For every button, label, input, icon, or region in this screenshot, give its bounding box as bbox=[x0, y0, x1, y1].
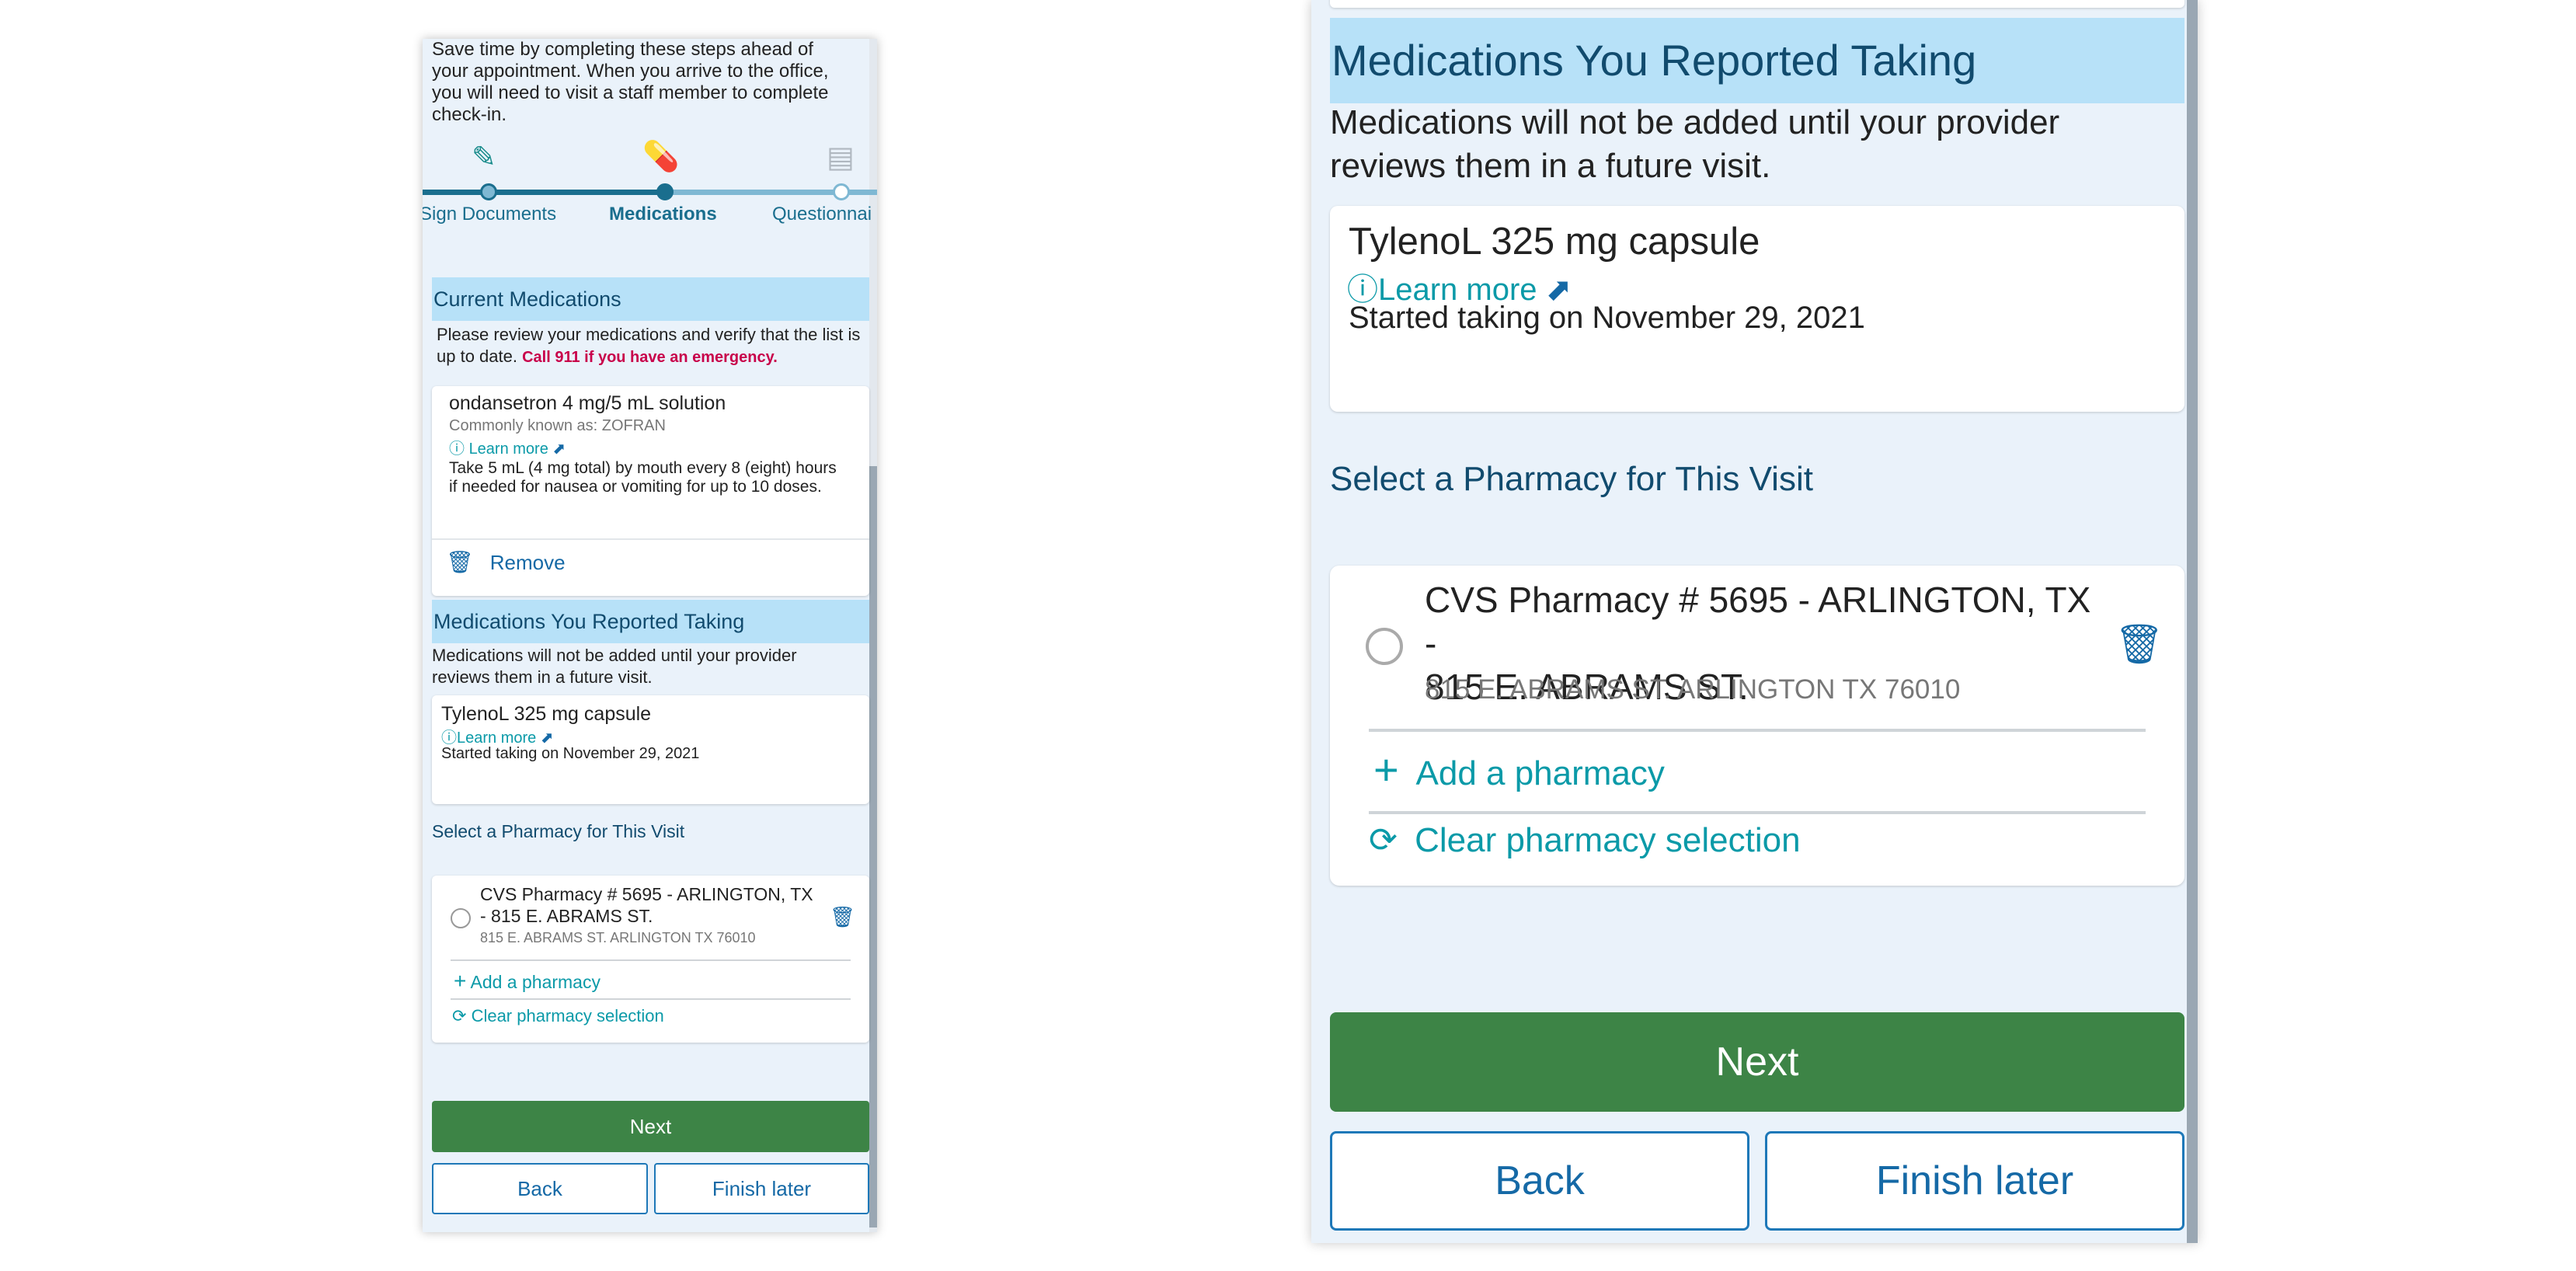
medication-known-as: Commonly known as: ZOFRAN bbox=[449, 417, 666, 434]
reported-medications-note: Medications will not be added until your… bbox=[432, 646, 797, 687]
scrollbar-thumb[interactable] bbox=[869, 466, 877, 1227]
phone-view-small: Save time by completing these steps ahea… bbox=[423, 39, 877, 1232]
remove-medication-button[interactable]: 🗑 Remove bbox=[446, 549, 566, 575]
pills-icon: 💊 bbox=[642, 141, 680, 173]
step-node-questionnaire[interactable] bbox=[833, 183, 850, 200]
medications-instructions: Please review your medications and verif… bbox=[437, 324, 868, 368]
pharmacy-name-line1: CVS Pharmacy # 5695 - ARLINGTON, TX - bbox=[1425, 580, 2091, 663]
medication-name: ondansetron 4 mg/5 mL solution bbox=[449, 392, 726, 414]
clear-pharmacy-label: Clear pharmacy selection bbox=[1415, 821, 1801, 859]
plus-icon: + bbox=[454, 969, 467, 993]
clipboard-icon: ▤ bbox=[827, 141, 855, 174]
divider bbox=[432, 538, 869, 540]
reported-learn-more-link[interactable]: ⓘLearn more ⬈ bbox=[441, 725, 554, 747]
back-button[interactable]: Back bbox=[1330, 1131, 1749, 1231]
clear-pharmacy-selection-button[interactable]: ⟳ Clear pharmacy selection bbox=[452, 1006, 664, 1026]
pharmacy-address: 815 E. ABRAMS ST. ARLINGTON TX 76010 bbox=[480, 930, 756, 945]
pharmacy-section-title: Select a Pharmacy for This Visit bbox=[432, 821, 685, 841]
trash-icon: 🗑 bbox=[446, 550, 474, 574]
info-icon: ⓘ bbox=[449, 440, 465, 458]
reported-started-date: Started taking on November 29, 2021 bbox=[441, 745, 700, 762]
emergency-notice: Call 911 if you have an emergency. bbox=[522, 349, 778, 366]
step-label-questionnaire[interactable]: Questionnai bbox=[772, 204, 872, 225]
pharmacy-radio[interactable] bbox=[451, 908, 471, 928]
step-node-medications[interactable] bbox=[656, 183, 674, 200]
next-button[interactable]: Next bbox=[432, 1101, 869, 1152]
step-node-sign-documents[interactable] bbox=[480, 183, 497, 200]
pharmacy-address: 815 E. ABRAMS ST. ARLINGTON TX 76010 bbox=[1425, 674, 1961, 705]
step-label-medications[interactable]: Medications bbox=[609, 204, 717, 225]
scrollbar-thumb[interactable] bbox=[2187, 0, 2198, 1243]
finish-later-button[interactable]: Finish later bbox=[1765, 1131, 2184, 1231]
refresh-icon: ⟳ bbox=[1369, 821, 1398, 859]
learn-more-label: Learn more bbox=[468, 440, 548, 458]
next-button[interactable]: Next bbox=[1330, 1012, 2184, 1112]
pharmacy-section-title: Select a Pharmacy for This Visit bbox=[1330, 460, 1813, 498]
current-medications-header: Current Medications bbox=[432, 277, 869, 321]
step-label-sign-documents[interactable]: Sign Documents bbox=[423, 204, 556, 225]
refresh-icon: ⟳ bbox=[452, 1006, 467, 1026]
divider bbox=[1369, 729, 2146, 732]
pharmacy-card: CVS Pharmacy # 5695 - ARLINGTON, TX - 81… bbox=[1330, 566, 2184, 886]
add-pharmacy-button[interactable]: + Add a pharmacy bbox=[1373, 744, 1665, 795]
pharmacy-radio[interactable] bbox=[1366, 628, 1403, 665]
reported-medication-name: TylenoL 325 mg capsule bbox=[441, 703, 652, 725]
phone-view-zoomed: Medications You Reported Taking Medicati… bbox=[1311, 0, 2198, 1243]
divider bbox=[1369, 811, 2146, 814]
progress-track-complete bbox=[423, 190, 665, 195]
learn-more-label: Learn more bbox=[457, 730, 537, 747]
delete-pharmacy-icon[interactable]: 🗑 bbox=[2115, 622, 2163, 667]
clear-pharmacy-label: Clear pharmacy selection bbox=[471, 1006, 664, 1026]
intro-text: Save time by completing these steps ahea… bbox=[432, 39, 829, 125]
reported-medication-name: TylenoL 325 mg capsule bbox=[1349, 221, 1760, 263]
finish-later-button[interactable]: Finish later bbox=[654, 1163, 869, 1214]
divider bbox=[451, 959, 851, 961]
medication-directions: Take 5 mL (4 mg total) by mouth every 8 … bbox=[449, 459, 837, 496]
medication-card: ondansetron 4 mg/5 mL solution Commonly … bbox=[432, 386, 869, 596]
plus-icon: + bbox=[1373, 745, 1399, 794]
add-pharmacy-button[interactable]: + Add a pharmacy bbox=[454, 969, 600, 994]
add-pharmacy-label: Add a pharmacy bbox=[1415, 754, 1665, 792]
remove-label: Remove bbox=[489, 551, 566, 574]
pharmacy-card: CVS Pharmacy # 5695 - ARLINGTON, TX - 81… bbox=[432, 876, 869, 1043]
info-icon: ⓘ bbox=[441, 730, 457, 747]
external-link-icon: ⬈ bbox=[552, 440, 566, 458]
clear-pharmacy-selection-button[interactable]: ⟳ Clear pharmacy selection bbox=[1369, 820, 1801, 860]
reported-medications-header: Medications You Reported Taking bbox=[1330, 18, 2184, 103]
external-link-icon: ⬈ bbox=[540, 730, 554, 747]
previous-card-edge bbox=[1330, 0, 2184, 8]
reported-medications-note: Medications will not be added until your… bbox=[1330, 103, 2060, 185]
pharmacy-name: CVS Pharmacy # 5695 - ARLINGTON, TX - 81… bbox=[480, 884, 813, 926]
divider bbox=[451, 998, 851, 1000]
delete-pharmacy-icon[interactable]: 🗑 bbox=[830, 905, 855, 929]
learn-more-link[interactable]: ⓘ Learn more ⬈ bbox=[449, 436, 566, 458]
reported-started-date: Started taking on November 29, 2021 bbox=[1349, 301, 1865, 335]
pen-icon: ✎ bbox=[472, 141, 496, 174]
reported-medications-header: Medications You Reported Taking bbox=[432, 600, 869, 643]
reported-medication-card: TylenoL 325 mg capsule ⓘLearn more ⬈ Sta… bbox=[432, 695, 869, 804]
add-pharmacy-label: Add a pharmacy bbox=[470, 972, 600, 992]
back-button[interactable]: Back bbox=[432, 1163, 648, 1214]
reported-medication-card: TylenoL 325 mg capsule ⓘLearn more ⬈ Sta… bbox=[1330, 206, 2184, 412]
